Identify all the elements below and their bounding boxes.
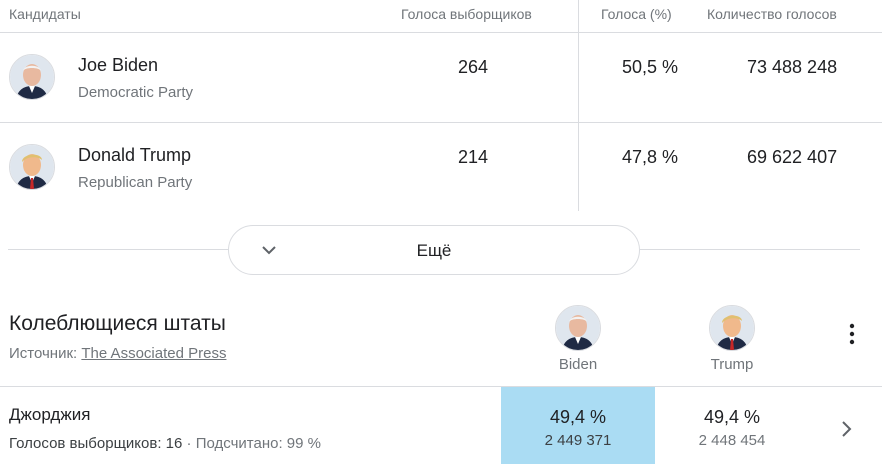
trump-state-percent: 49,4 % <box>703 407 761 427</box>
biden-portrait-icon <box>556 306 600 350</box>
more-divider-left <box>8 249 228 250</box>
header-divider <box>0 32 882 33</box>
more-divider-right <box>640 249 860 250</box>
biden-portrait-icon <box>10 55 54 99</box>
biden-state-percent: 49,4 % <box>549 407 607 427</box>
state-counted: Подсчитано: 99 % <box>195 435 321 452</box>
biden-state-votes: 2 449 371 <box>544 432 612 449</box>
trump-portrait-icon <box>10 145 54 189</box>
header-electoral-votes: Голоса выборщиков <box>401 6 532 22</box>
header-candidates: Кандидаты <box>9 6 81 22</box>
chevron-right-icon[interactable] <box>836 417 856 441</box>
vote-percent: 50,5 % <box>622 57 679 77</box>
swing-states-title: Колеблющиеся штаты <box>9 312 226 335</box>
vote-count: 73 488 248 <box>747 57 838 77</box>
vote-percent: 47,8 % <box>622 147 679 167</box>
source-line: Источник: The Associated Press <box>9 345 226 362</box>
trump-portrait-icon <box>710 306 754 350</box>
trump-avatar <box>709 305 755 351</box>
candidate-name[interactable]: Donald Trump <box>78 145 191 166</box>
column-divider-top <box>578 0 579 32</box>
candidate-party: Democratic Party <box>78 84 194 101</box>
header-vote-percent: Голоса (%) <box>601 6 672 22</box>
candidate-party: Republican Party <box>78 174 193 191</box>
candidate-name[interactable]: Joe Biden <box>78 55 158 76</box>
biden-state-cell: 49,4 % 2 449 371 <box>501 387 655 464</box>
state-electoral-votes: Голосов выборщиков: 16 <box>9 435 183 452</box>
trump-state-votes: 2 448 454 <box>698 432 766 449</box>
electoral-votes: 264 <box>458 57 489 77</box>
more-button[interactable]: Ещё <box>228 225 640 275</box>
source-prefix: Источник: <box>9 345 78 362</box>
biden-avatar <box>9 54 55 100</box>
candidate-label-biden: Biden <box>558 356 598 373</box>
trump-avatar <box>9 144 55 190</box>
row-divider <box>0 122 882 123</box>
header-vote-count: Количество голосов <box>707 6 837 22</box>
candidate-label-trump: Trump <box>710 356 754 373</box>
more-vert-icon[interactable] <box>840 320 864 348</box>
state-name[interactable]: Джорджия <box>9 405 90 425</box>
trump-state-cell: 49,4 % 2 448 454 <box>655 387 809 464</box>
electoral-votes: 214 <box>458 147 489 167</box>
vote-count: 69 622 407 <box>747 147 838 167</box>
source-link[interactable]: The Associated Press <box>81 345 226 362</box>
more-button-label: Ещё <box>416 241 452 260</box>
biden-avatar <box>555 305 601 351</box>
state-meta: Голосов выборщиков: 16 · Подсчитано: 99 … <box>9 435 321 452</box>
meta-separator: · <box>186 435 192 452</box>
